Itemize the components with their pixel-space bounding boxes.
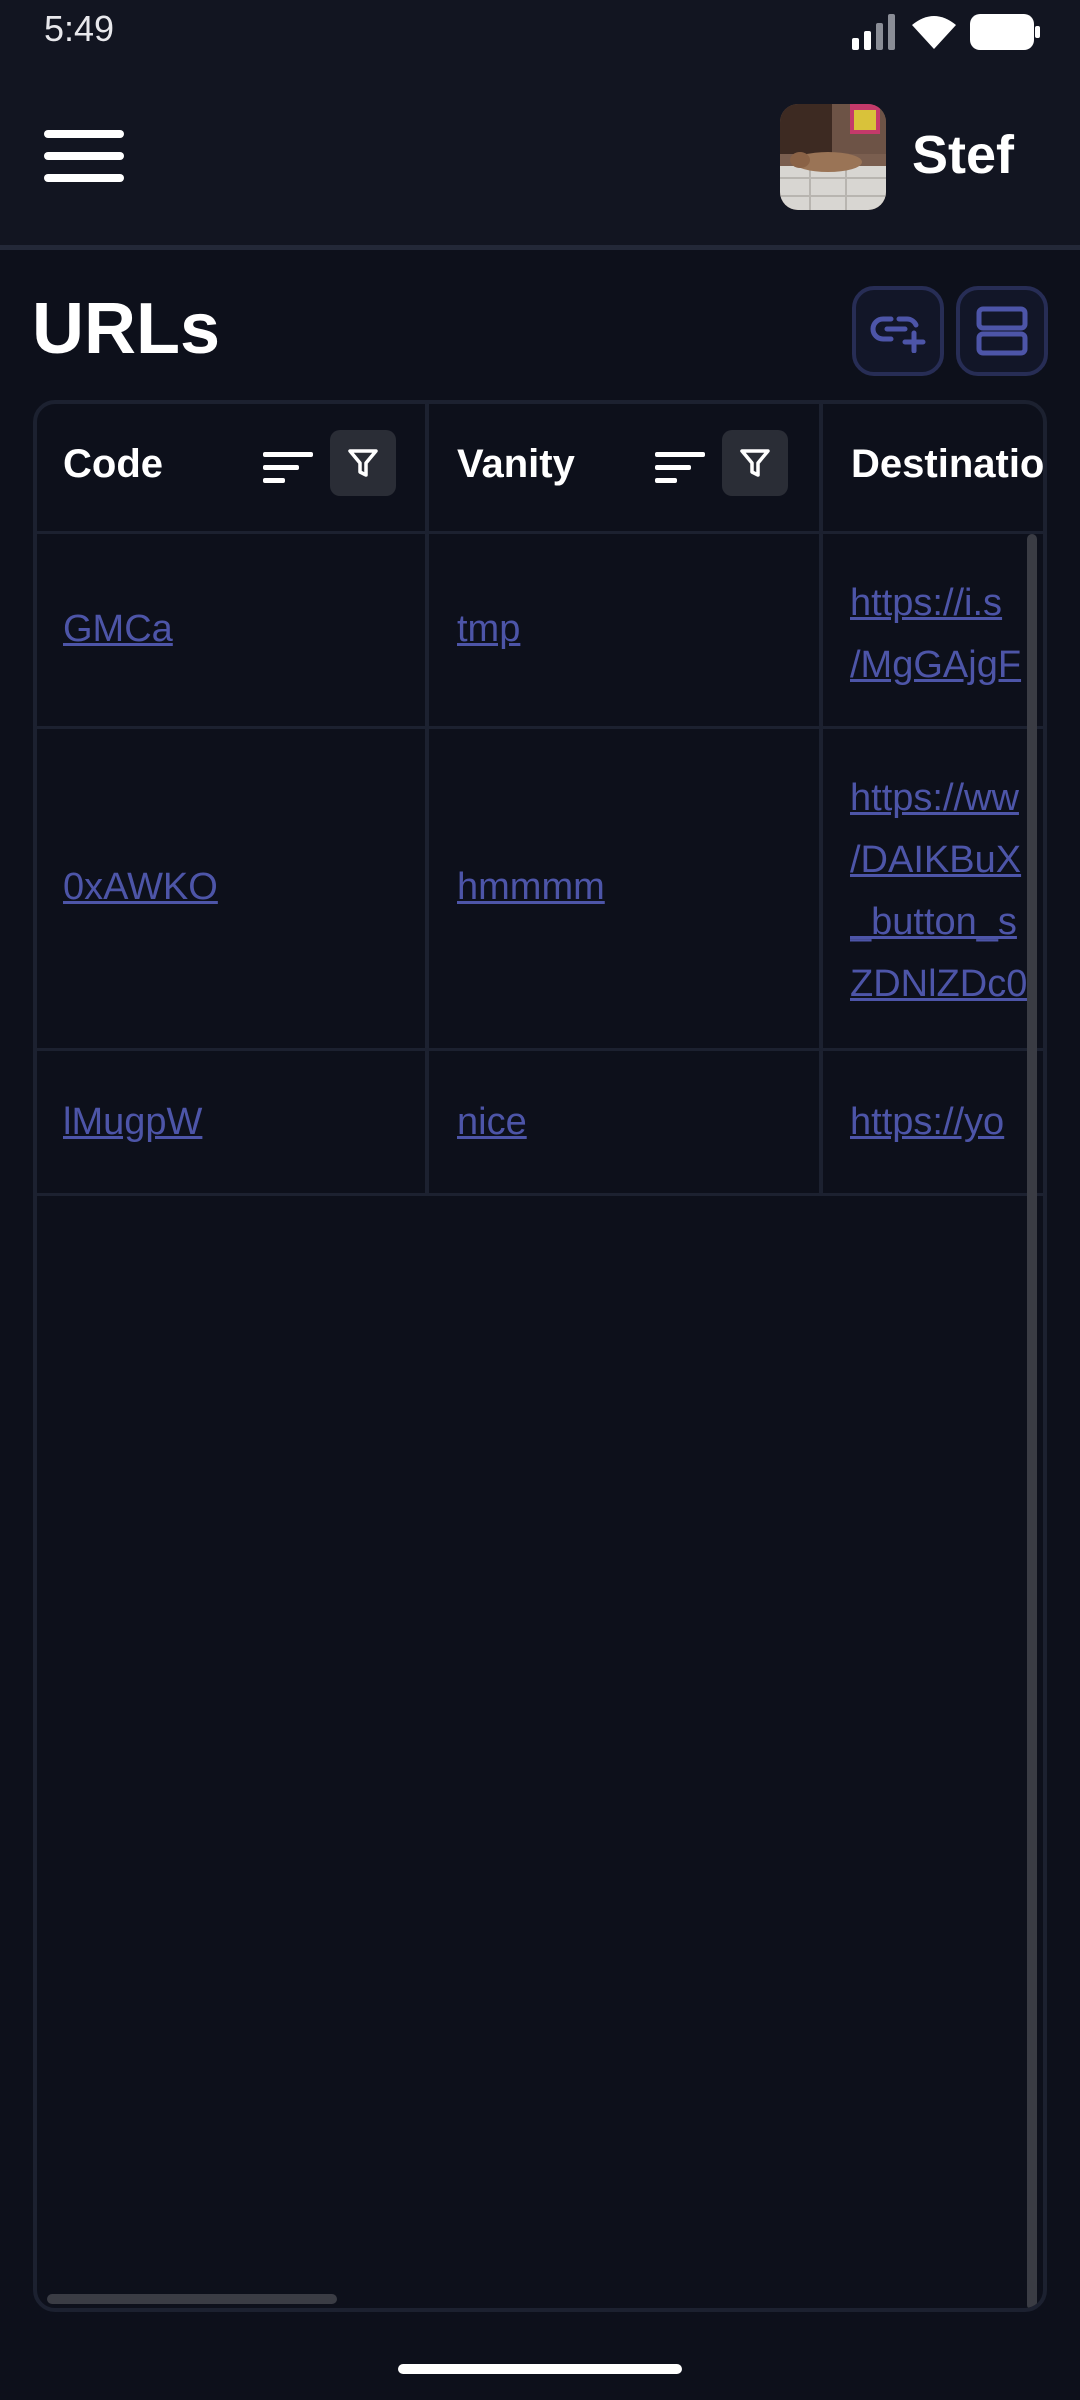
vanity-link[interactable]: hmmmm [457,866,605,909]
table-header: Code Vanity Destinatio [37,404,1043,534]
status-time: 5:49 [44,8,115,49]
horizontal-scrollbar[interactable] [47,2294,337,2304]
filter-icon [348,449,378,477]
column-header-vanity: Vanity [431,404,821,534]
code-link[interactable]: lMugpW [63,1101,202,1144]
filter-icon [740,449,770,477]
view-icon [976,306,1028,356]
column-label-vanity: Vanity [457,442,575,486]
filter-button-vanity[interactable] [722,430,788,496]
destination-link[interactable]: ZDNlZDc0 [850,953,1043,1015]
user-name[interactable]: Stef [912,124,1014,186]
table-row: GMCa tmp https://i.s /MgGAjgF [37,534,1043,729]
status-icons [852,12,1040,52]
column-header-destination: Destinatio [825,404,1045,534]
status-bar: 5:49 [0,0,1080,62]
destination-link[interactable]: /DAIKBuX [850,829,1043,891]
vertical-scrollbar[interactable] [1027,534,1037,2308]
table-row: 0xAWKO hmmmm https://ww /DAIKBuX _button… [37,729,1043,1051]
column-label-code: Code [63,442,163,486]
vanity-link[interactable]: tmp [457,608,520,651]
sort-icon[interactable] [655,448,707,488]
urls-table: Code Vanity Destinatio GMCa tmp https://… [33,400,1047,2312]
link-add-icon [870,316,926,353]
destination-link[interactable]: https://ww [850,767,1043,829]
page-title: URLs [32,289,221,369]
add-link-button[interactable] [852,286,944,376]
app-bar: Stef [0,62,1080,250]
avatar-image [780,104,886,210]
destination-cell: https://i.s /MgGAjgF [850,572,1043,696]
signal-icon [852,14,895,50]
battery-icon [970,14,1040,50]
code-link[interactable]: 0xAWKO [63,866,218,909]
destination-link[interactable]: _button_s [850,891,1043,953]
wifi-icon [912,16,956,49]
filter-button-code[interactable] [330,430,396,496]
destination-cell: https://ww /DAIKBuX _button_s ZDNlZDc0 [850,767,1043,1015]
code-link[interactable]: GMCa [63,608,173,651]
destination-link[interactable]: https://yo [850,1091,1043,1153]
sort-icon[interactable] [263,448,315,488]
menu-button[interactable] [44,126,124,186]
destination-cell: https://yo [850,1091,1043,1153]
destination-link[interactable]: https://i.s [850,572,1043,634]
column-header-code: Code [37,404,427,534]
avatar[interactable] [780,104,886,210]
table-row: lMugpW nice https://yo [37,1051,1043,1196]
destination-link[interactable]: /MgGAjgF [850,634,1043,696]
view-toggle-button[interactable] [956,286,1048,376]
column-label-destination: Destinatio [851,442,1045,486]
vanity-link[interactable]: nice [457,1101,527,1144]
home-indicator[interactable] [398,2364,682,2374]
